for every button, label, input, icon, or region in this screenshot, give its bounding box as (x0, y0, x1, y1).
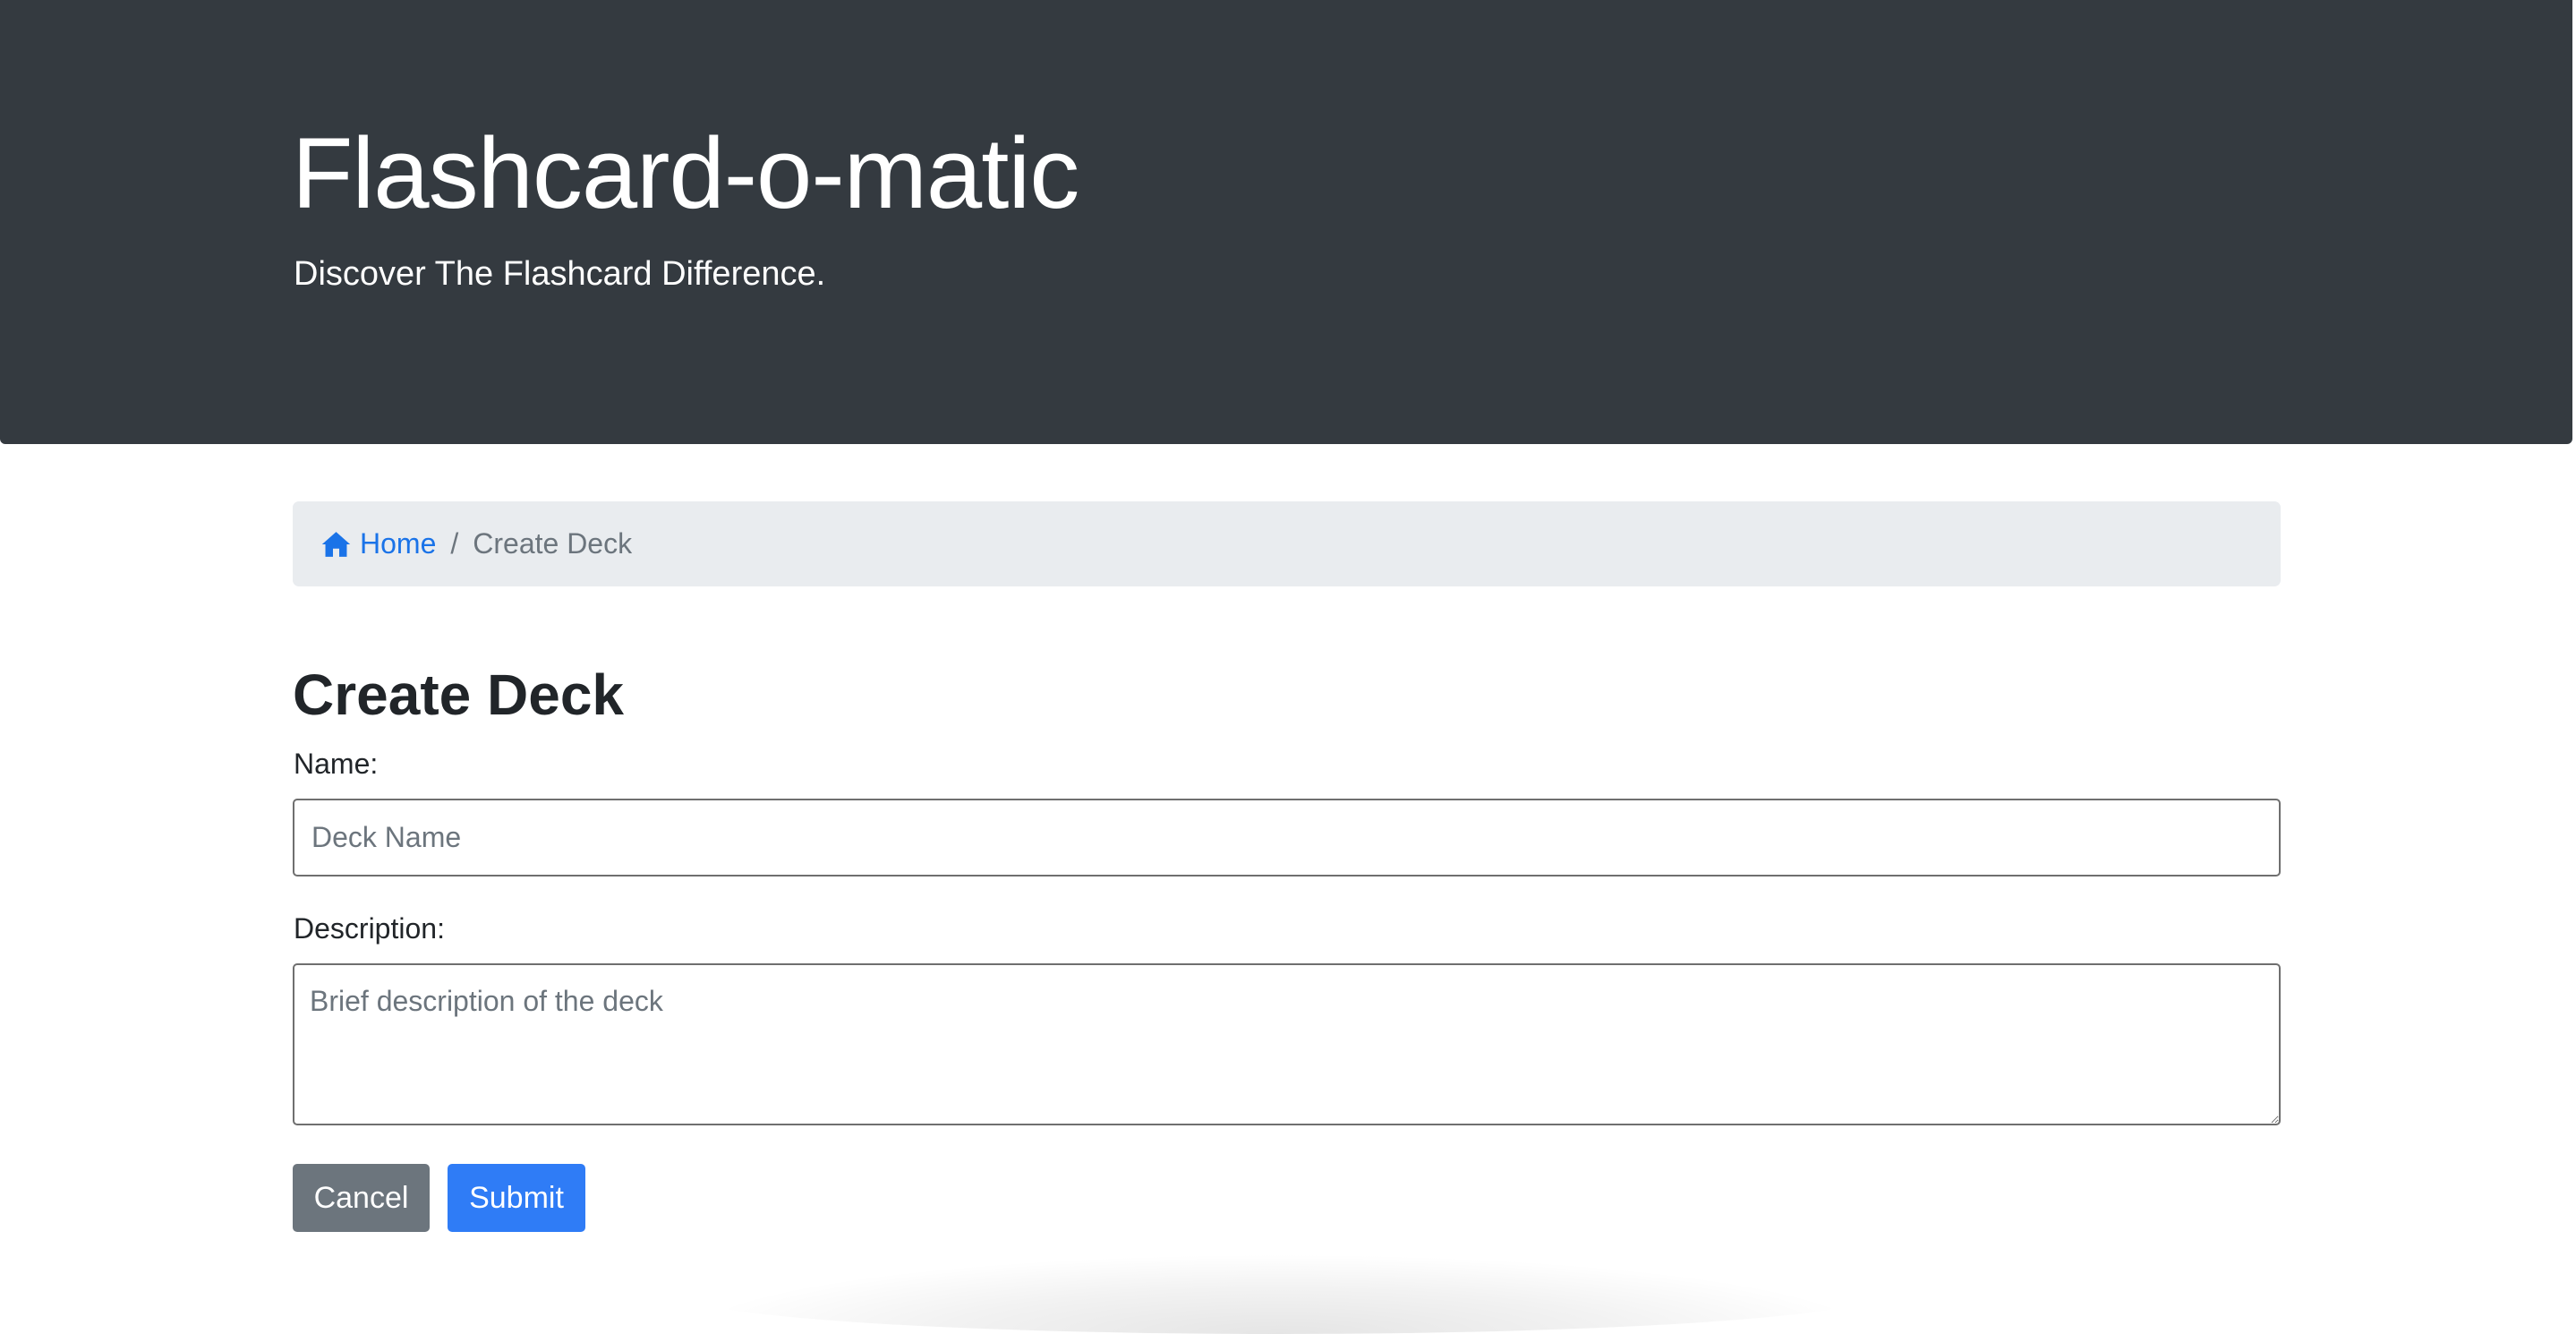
breadcrumb-home-link[interactable]: Home (321, 527, 436, 560)
page-title: Create Deck (293, 663, 624, 727)
house-icon (321, 531, 351, 557)
app-title: Flashcard-o-matic (292, 117, 1079, 229)
bottom-shadow (680, 1253, 1880, 1334)
breadcrumb: Home / Create Deck (293, 501, 2281, 586)
breadcrumb-current: Create Deck (473, 527, 633, 560)
submit-button[interactable]: Submit (448, 1164, 585, 1232)
name-label: Name: (294, 748, 379, 780)
cancel-button[interactable]: Cancel (293, 1164, 430, 1232)
breadcrumb-separator: / (450, 527, 459, 560)
description-label: Description: (294, 912, 445, 945)
deck-name-input[interactable] (293, 799, 2281, 877)
header-jumbotron: Flashcard-o-matic Discover The Flashcard… (0, 0, 2572, 444)
app-subtitle: Discover The Flashcard Difference. (294, 255, 826, 293)
breadcrumb-home-label: Home (360, 527, 437, 560)
deck-description-textarea[interactable] (293, 963, 2281, 1125)
